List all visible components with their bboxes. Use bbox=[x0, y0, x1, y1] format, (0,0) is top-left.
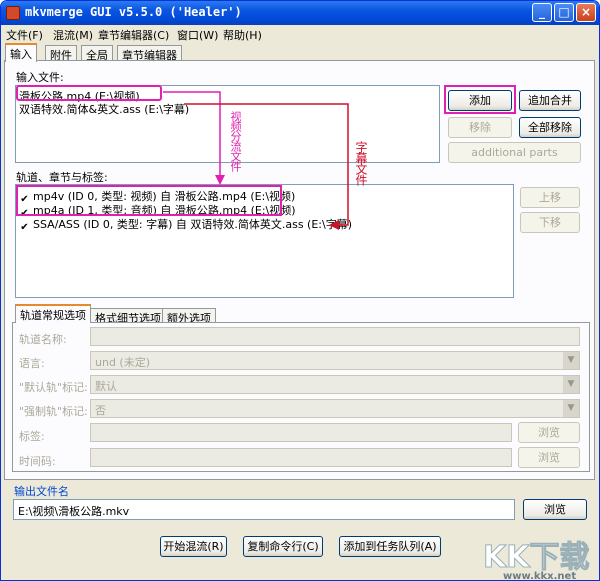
annotation-video-split: 视频分流文件 bbox=[229, 111, 242, 171]
menu-mux[interactable]: 混流(M) bbox=[53, 27, 93, 43]
tags-label: 标签: bbox=[19, 430, 45, 443]
title-bar: mkvmerge GUI v5.5.0 ('Healer') _ □ × bbox=[1, 1, 599, 25]
tab-attachments[interactable]: 附件 bbox=[45, 45, 77, 62]
default-flag-label: "默认轨"标记: bbox=[19, 381, 88, 394]
additional-parts-button[interactable]: additional parts bbox=[448, 142, 581, 163]
minimize-button[interactable]: _ bbox=[532, 3, 552, 22]
remove-button[interactable]: 移除 bbox=[448, 117, 512, 138]
language-label: 语言: bbox=[19, 357, 45, 370]
kkx-logo-graphic: KK下载 www.kkx.net bbox=[483, 540, 591, 581]
track-highlight bbox=[16, 185, 282, 216]
annotation-subtitle-file: 字幕文件 bbox=[354, 141, 368, 185]
output-filename-input[interactable]: E:\视频\滑板公路.mkv bbox=[13, 499, 515, 520]
default-flag-value: 默认 bbox=[95, 380, 117, 393]
chevron-down-icon[interactable]: ▼ bbox=[563, 352, 579, 369]
menu-window[interactable]: 窗口(W) bbox=[177, 27, 218, 43]
input-files-label: 输入文件: bbox=[16, 71, 64, 84]
move-down-button[interactable]: 下移 bbox=[520, 212, 580, 233]
track-name-label: 轨道名称: bbox=[19, 333, 67, 346]
tracks-label: 轨道、章节与标签: bbox=[16, 171, 108, 184]
app-window: mkvmerge GUI v5.5.0 ('Healer') _ □ × 文件(… bbox=[0, 0, 600, 581]
start-muxing-button[interactable]: 开始混流(R) bbox=[160, 536, 227, 557]
timecodes-input[interactable] bbox=[90, 448, 512, 467]
move-up-button[interactable]: 上移 bbox=[520, 187, 580, 208]
tags-browse-button[interactable]: 浏览 bbox=[518, 422, 580, 443]
tab-chapter-editor[interactable]: 章节编辑器 bbox=[117, 45, 182, 62]
add-button-highlight bbox=[444, 85, 516, 114]
append-button[interactable]: 追加合并 bbox=[519, 90, 581, 111]
copy-command-line-button[interactable]: 复制命令行(C) bbox=[243, 536, 323, 557]
timecodes-label: 时间码: bbox=[19, 455, 56, 468]
tab-global[interactable]: 全局 bbox=[81, 45, 113, 62]
forced-flag-select[interactable]: 否 ▼ bbox=[90, 399, 580, 418]
track-item[interactable]: ✔ SSA/ASS (ID 0, 类型: 字幕) 自 双语特效.简体英文.ass … bbox=[19, 216, 352, 234]
app-icon bbox=[6, 6, 20, 20]
tags-input[interactable] bbox=[90, 423, 512, 442]
language-value: und (未定) bbox=[95, 356, 151, 369]
menu-help[interactable]: 帮助(H) bbox=[223, 27, 262, 43]
close-button[interactable]: × bbox=[576, 3, 596, 22]
input-file-item[interactable]: 双语特效.简体&英文.ass (E:\字幕) bbox=[19, 101, 189, 117]
chevron-down-icon[interactable]: ▼ bbox=[563, 400, 579, 417]
svg-text:www.kkx.net: www.kkx.net bbox=[503, 571, 576, 581]
menu-chapter-editor[interactable]: 章节编辑器(C) bbox=[98, 27, 169, 43]
remove-all-button[interactable]: 全部移除 bbox=[519, 117, 581, 138]
input-file-highlight bbox=[16, 85, 162, 101]
language-select[interactable]: und (未定) ▼ bbox=[90, 351, 580, 370]
tab-track-general[interactable]: 轨道常规选项 bbox=[15, 304, 91, 323]
chevron-down-icon[interactable]: ▼ bbox=[563, 376, 579, 393]
svg-text:KK下载: KK下载 bbox=[483, 540, 590, 575]
add-to-job-queue-button[interactable]: 添加到任务队列(A) bbox=[339, 536, 441, 557]
timecodes-browse-button[interactable]: 浏览 bbox=[518, 447, 580, 468]
forced-flag-value: 否 bbox=[95, 404, 106, 417]
default-flag-select[interactable]: 默认 ▼ bbox=[90, 375, 580, 394]
tab-input[interactable]: 输入 bbox=[5, 43, 37, 62]
maximize-button[interactable]: □ bbox=[554, 3, 574, 22]
output-filename-label: 输出文件名 bbox=[14, 485, 69, 498]
kkx-logo: KK下载 www.kkx.net bbox=[479, 533, 599, 581]
window-title: mkvmerge GUI v5.5.0 ('Healer') bbox=[25, 5, 242, 19]
checkbox-checked-icon[interactable]: ✔ bbox=[19, 223, 30, 234]
output-browse-button[interactable]: 浏览 bbox=[523, 499, 587, 520]
menu-file[interactable]: 文件(F) bbox=[6, 27, 43, 43]
track-name-input[interactable] bbox=[90, 327, 580, 346]
forced-flag-label: "强制轨"标记: bbox=[19, 405, 88, 418]
menu-bar: 文件(F) 混流(M) 章节编辑器(C) 窗口(W) 帮助(H) bbox=[1, 25, 599, 43]
track-item-label: SSA/ASS (ID 0, 类型: 字幕) 自 双语特效.简体英文.ass (… bbox=[33, 218, 353, 231]
